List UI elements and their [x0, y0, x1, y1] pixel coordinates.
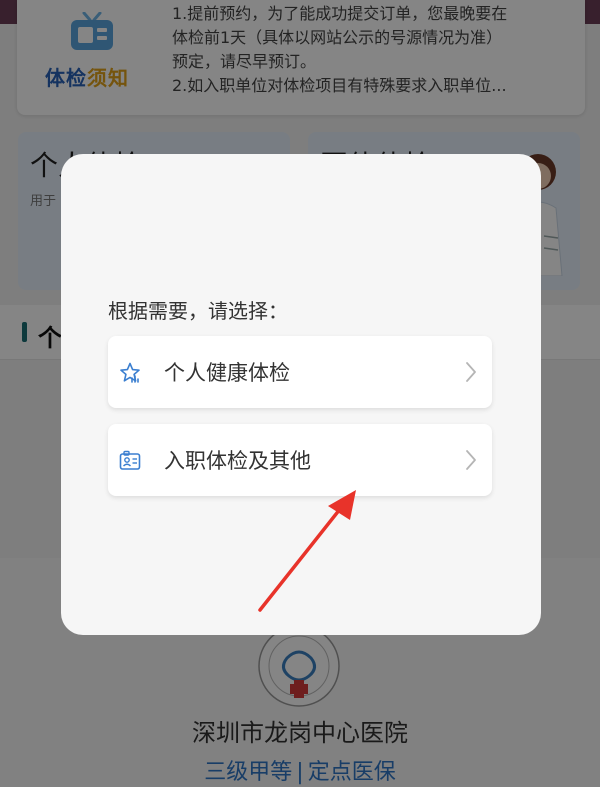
- dialog-prompt: 根据需要，请选择：: [108, 299, 288, 323]
- id-card-icon: [119, 450, 141, 470]
- personal-health-exam-label: 个人健康体检: [164, 361, 290, 385]
- chevron-right-icon: [466, 362, 476, 382]
- personal-health-exam-option[interactable]: 个人健康体检: [108, 336, 492, 408]
- annotation-arrow-icon: [258, 490, 356, 612]
- chevron-right-icon: [466, 450, 476, 470]
- employment-exam-label: 入职体检及其他: [164, 449, 311, 473]
- star-icon: [120, 362, 140, 383]
